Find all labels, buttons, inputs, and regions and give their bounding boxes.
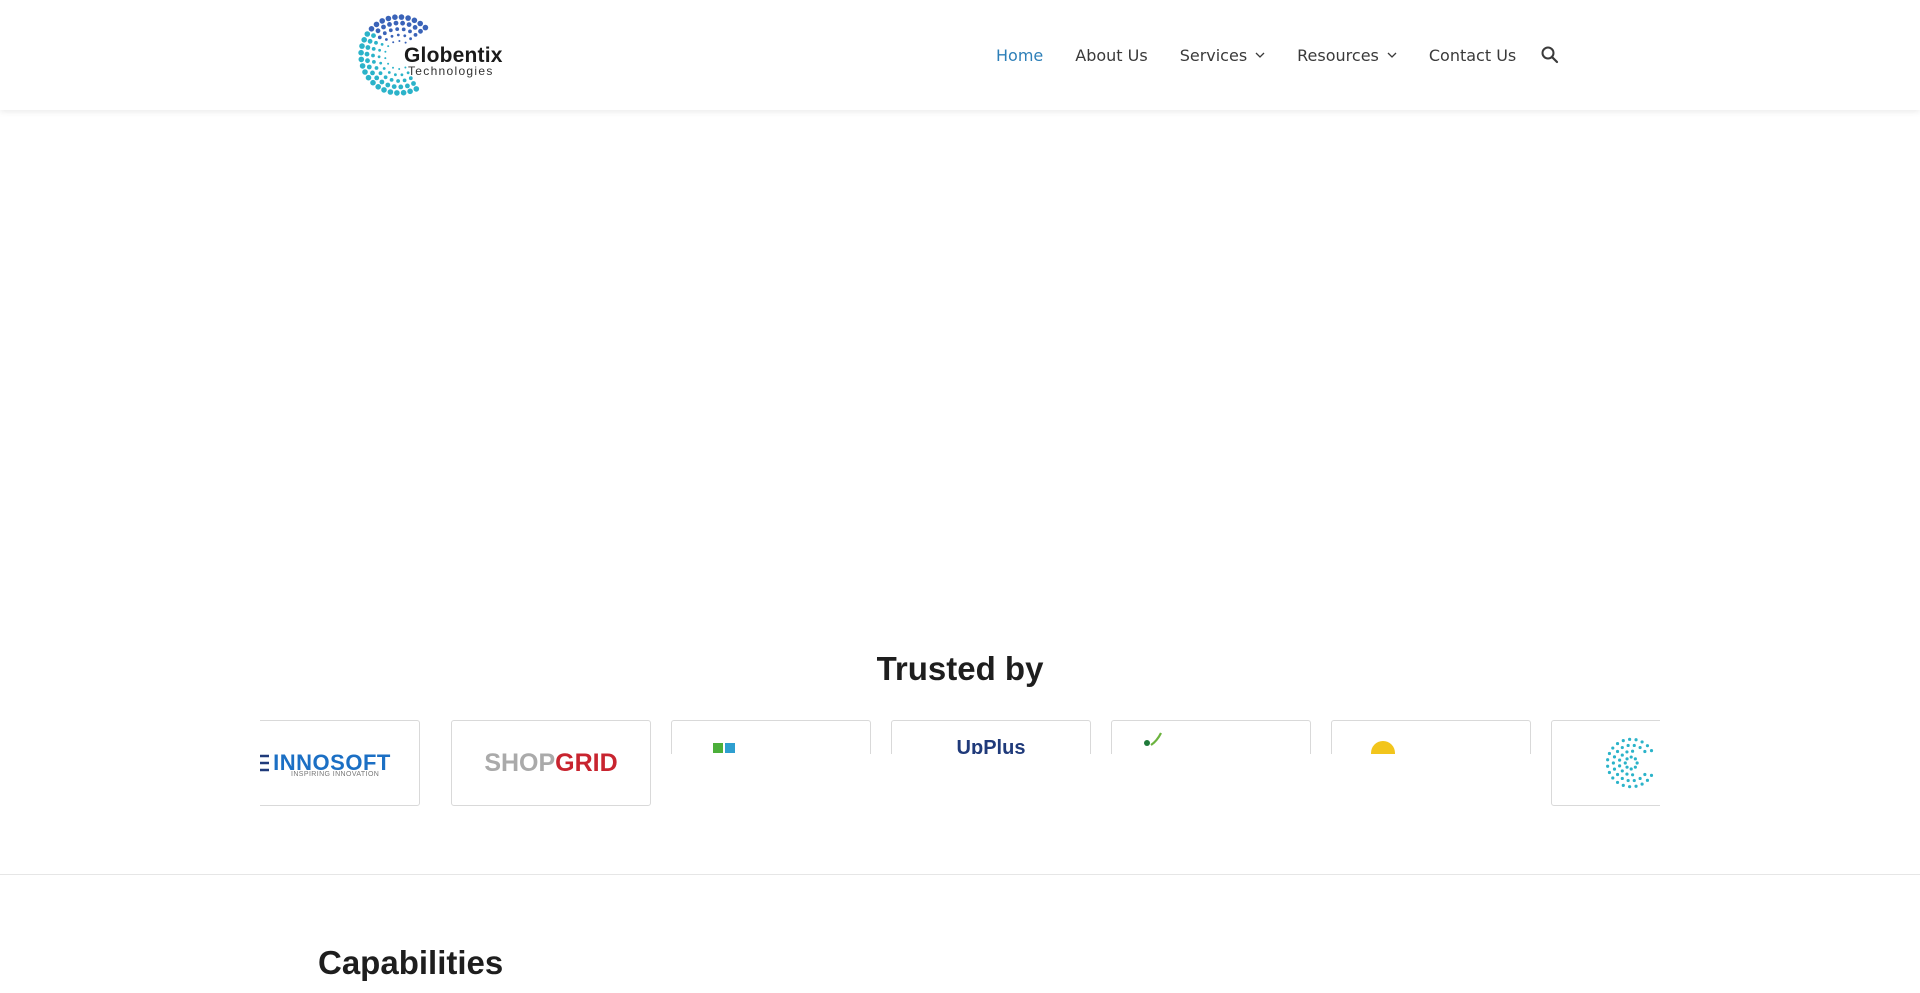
nav-item-label: Services <box>1179 45 1248 65</box>
client-logo-global-data <box>1551 720 1660 806</box>
search-icon[interactable] <box>1540 45 1560 65</box>
nav-item-contact-us[interactable]: Contact Us <box>1429 46 1516 65</box>
site-header: Globentix Technologies Home About Us Ser… <box>0 0 1920 110</box>
client-logo-6 <box>1331 720 1531 754</box>
nav-item-services[interactable]: Services <box>1180 46 1265 65</box>
brand-tagline: Technologies <box>408 64 494 78</box>
capabilities-heading: Capabilities <box>318 944 504 981</box>
section-divider <box>0 874 1920 875</box>
globentix-logo[interactable]: Globentix Technologies <box>358 14 508 96</box>
nav-item-label: Home <box>996 45 1044 65</box>
client-logo-innosoft: INNOSOFT INSPIRING INNOVATION <box>260 720 420 806</box>
upplus-logo-text: UpPlus <box>956 737 1026 754</box>
chevron-down-icon <box>1255 52 1265 58</box>
shopgrid-logo-text-b: GRID <box>555 748 618 777</box>
client-logo-upplus: UpPlus <box>891 720 1091 754</box>
nav-item-label: About Us <box>1075 45 1148 65</box>
client-logo-shopgrid: SHOP GRID <box>451 720 651 806</box>
client-logo-3 <box>671 720 871 754</box>
innosoft-logo-subtitle: INSPIRING INNOVATION <box>291 771 380 778</box>
nav-item-label: Contact Us <box>1428 45 1517 65</box>
nav-item-label: Resources <box>1297 45 1379 65</box>
nav-item-about-us[interactable]: About Us <box>1075 46 1147 65</box>
sun-mark-icon <box>1371 741 1395 754</box>
leaf-mark-icon <box>1144 732 1162 746</box>
nav-item-home[interactable]: Home <box>996 46 1043 65</box>
nav-item-resources[interactable]: Resources <box>1297 46 1397 65</box>
partner-mark-icon <box>713 743 735 753</box>
client-logo-5 <box>1111 720 1311 754</box>
globe-mark-icon <box>1606 737 1654 789</box>
shopgrid-logo-text-a: SHOP <box>484 748 556 777</box>
innosoft-mark-icon <box>260 754 270 772</box>
client-logo-carousel[interactable]: INNOSOFT INSPIRING INNOVATION SHOP GRID … <box>260 720 1660 810</box>
trusted-by-heading: Trusted by <box>876 650 1044 687</box>
chevron-down-icon <box>1387 52 1397 58</box>
main-nav: Home About Us Services Resources Contact… <box>996 40 1548 70</box>
